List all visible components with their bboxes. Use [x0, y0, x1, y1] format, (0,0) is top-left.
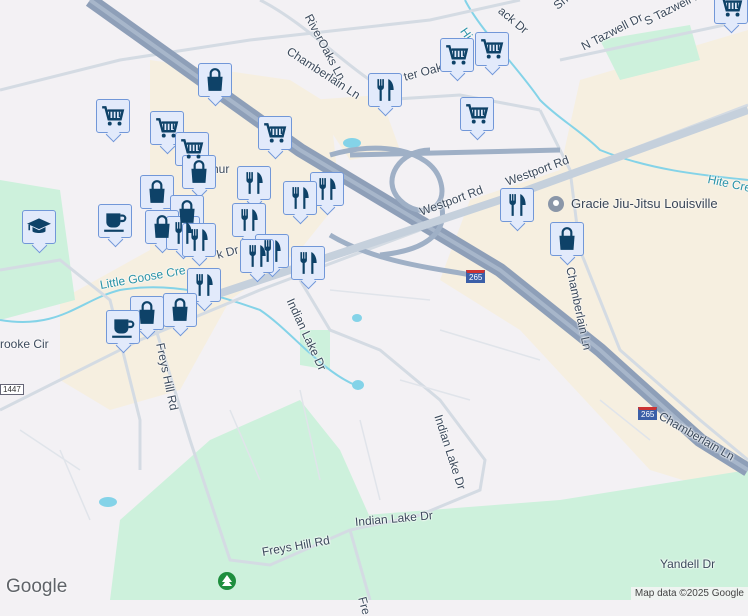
- fork-knife-icon: [372, 77, 398, 103]
- fork-knife-icon: [236, 207, 262, 233]
- restaurant-marker[interactable]: [182, 223, 216, 257]
- cart-icon: [100, 103, 126, 129]
- cart-icon: [464, 101, 490, 127]
- restaurant-marker[interactable]: [310, 172, 344, 206]
- grocery-marker[interactable]: [475, 32, 509, 66]
- shopping-marker[interactable]: [198, 63, 232, 97]
- restaurant-marker[interactable]: [237, 166, 271, 200]
- poi-label-gracie[interactable]: Gracie Jiu-Jitsu Louisville: [571, 196, 718, 211]
- restaurant-marker[interactable]: [368, 73, 402, 107]
- shopping-bag-icon: [202, 67, 228, 93]
- cart-icon: [262, 120, 288, 146]
- road-label: rooke Cir: [0, 337, 49, 351]
- fork-knife-icon: [314, 176, 340, 202]
- interstate-shield: 265: [638, 407, 658, 420]
- restaurant-marker[interactable]: [232, 203, 266, 237]
- road-label: Yandell Dr: [660, 557, 716, 571]
- grocery-marker[interactable]: [96, 99, 130, 133]
- poi-pin-icon[interactable]: [547, 195, 565, 213]
- graduation-cap-icon: [26, 214, 52, 240]
- fork-knife-icon: [504, 192, 530, 218]
- shopping-bag-icon: [554, 226, 580, 252]
- grocery-marker[interactable]: [460, 97, 494, 131]
- coffee-cup-icon: [102, 208, 128, 234]
- fork-knife-icon: [244, 243, 270, 269]
- cafe-marker[interactable]: [98, 204, 132, 238]
- shopping-bag-icon: [167, 297, 193, 323]
- cart-icon: [479, 36, 505, 62]
- restaurant-marker[interactable]: [283, 181, 317, 215]
- fork-knife-icon: [186, 227, 212, 253]
- school-marker[interactable]: [22, 210, 56, 244]
- google-logo: Google: [6, 576, 68, 597]
- grocery-marker[interactable]: [440, 38, 474, 72]
- state-route-shield: 1447: [0, 384, 24, 395]
- interstate-shield: 265: [466, 270, 486, 283]
- shopping-bag-icon: [144, 179, 170, 205]
- restaurant-marker[interactable]: [291, 246, 325, 280]
- coffee-cup-icon: [110, 314, 136, 340]
- shopping-bag-icon: [186, 159, 212, 185]
- shopping-bag-icon: [134, 300, 160, 326]
- grocery-marker[interactable]: [714, 0, 748, 24]
- cart-icon: [154, 115, 180, 141]
- restaurant-marker[interactable]: [240, 239, 274, 273]
- grocery-marker[interactable]: [258, 116, 292, 150]
- park-tree-icon[interactable]: [217, 571, 237, 593]
- shopping-marker[interactable]: [550, 222, 584, 256]
- park: [300, 470, 748, 600]
- shopping-marker[interactable]: [182, 155, 216, 189]
- cafe-marker[interactable]: [106, 310, 140, 344]
- fork-knife-icon: [241, 170, 267, 196]
- cart-icon: [718, 0, 744, 20]
- cart-icon: [444, 42, 470, 68]
- map-attribution: Map data ©2025 Google: [630, 587, 748, 600]
- fork-knife-icon: [287, 185, 313, 211]
- restaurant-marker[interactable]: [500, 188, 534, 222]
- shopping-marker[interactable]: [163, 293, 197, 327]
- fork-knife-icon: [191, 272, 217, 298]
- shopping-marker[interactable]: [140, 175, 174, 209]
- fork-knife-icon: [295, 250, 321, 276]
